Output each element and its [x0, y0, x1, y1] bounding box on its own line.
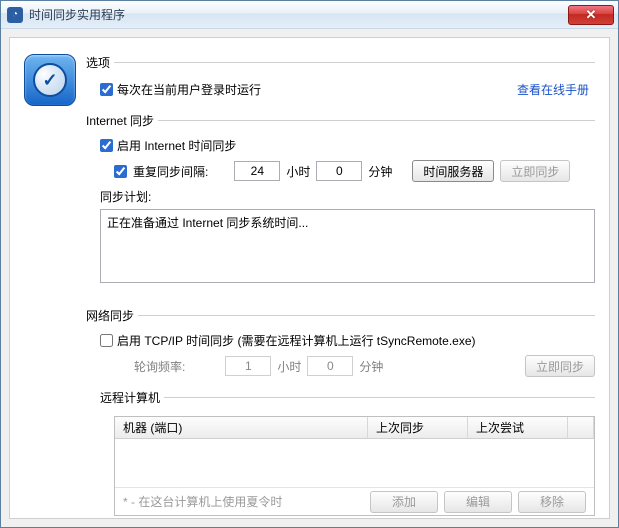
repeat-interval-checkbox[interactable]	[114, 165, 127, 178]
lan-hours-unit-label: 小时	[277, 358, 301, 375]
dst-hint: * - 在这台计算机上使用夏令时	[123, 493, 364, 510]
online-manual-link[interactable]: 查看在线手册	[517, 81, 589, 98]
remote-table-body[interactable]	[115, 439, 594, 487]
repeat-interval-label: 重复同步间隔:	[133, 163, 208, 180]
internet-enable-label: 启用 Internet 时间同步	[117, 137, 236, 154]
titlebar[interactable]: ◔ 时间同步实用程序 ✕	[1, 1, 618, 29]
options-group: 选项 每次在当前用户登录时运行 查看在线手册	[86, 54, 595, 106]
hours-unit-label: 小时	[286, 163, 310, 180]
sync-plan-box: 正在准备通过 Internet 同步系统时间...	[100, 209, 595, 283]
run-on-login-checkbox[interactable]	[100, 83, 113, 96]
internet-enable-checkbox[interactable]	[100, 139, 113, 152]
run-on-login-row[interactable]: 每次在当前用户登录时运行	[100, 79, 261, 100]
internet-sync-group: Internet 同步 启用 Internet 时间同步 重复同步间隔: 小时	[86, 112, 595, 287]
col-spacer-header	[568, 417, 594, 438]
run-on-login-label: 每次在当前用户登录时运行	[117, 81, 261, 98]
lan-enable-checkbox[interactable]	[100, 334, 113, 347]
internet-sync-legend: Internet 同步	[86, 112, 158, 129]
internet-enable-row[interactable]: 启用 Internet 时间同步	[86, 135, 595, 156]
app-icon: ✓	[24, 54, 76, 106]
remote-table-footer: * - 在这台计算机上使用夏令时 添加 编辑 移除	[115, 487, 594, 515]
col-machine-header[interactable]: 机器 (端口)	[115, 417, 368, 438]
lan-sync-group: 网络同步 启用 TCP/IP 时间同步 (需要在远程计算机上运行 tSyncRe…	[86, 307, 595, 524]
time-servers-button[interactable]: 时间服务器	[412, 160, 494, 182]
remote-computers-group: 远程计算机 机器 (端口) 上次同步 上次尝试 *	[100, 389, 595, 520]
remote-table: 机器 (端口) 上次同步 上次尝试 * - 在这台计算机上使用夏令时 添加 编辑	[114, 416, 595, 516]
lan-minutes-input[interactable]	[307, 356, 353, 376]
lan-minutes-unit-label: 分钟	[359, 358, 383, 375]
internet-minutes-input[interactable]	[316, 161, 362, 181]
remote-computers-legend: 远程计算机	[100, 389, 164, 406]
close-icon: ✕	[586, 7, 597, 23]
sync-plan-text: 正在准备通过 Internet 同步系统时间...	[107, 214, 588, 231]
app-window: ◔ 时间同步实用程序 ✕ ✓ 选项 每次在当前用户登录时运行	[0, 0, 619, 528]
remote-table-header: 机器 (端口) 上次同步 上次尝试	[115, 417, 594, 439]
lan-enable-label: 启用 TCP/IP 时间同步 (需要在远程计算机上运行 tSyncRemote.…	[117, 332, 476, 349]
edit-button[interactable]: 编辑	[444, 491, 512, 513]
content-outer: ✓ 选项 每次在当前用户登录时运行 查看在线手册	[1, 29, 618, 527]
lan-sync-now-button[interactable]: 立即同步	[525, 355, 595, 377]
lan-enable-row[interactable]: 启用 TCP/IP 时间同步 (需要在远程计算机上运行 tSyncRemote.…	[86, 330, 595, 351]
sync-plan-label: 同步计划:	[86, 188, 595, 207]
minutes-unit-label: 分钟	[368, 163, 392, 180]
internet-hours-input[interactable]	[234, 161, 280, 181]
col-last-sync-header[interactable]: 上次同步	[368, 417, 468, 438]
bottom-bar: 应用	[86, 524, 595, 527]
app-title-icon: ◔	[7, 7, 23, 23]
add-button[interactable]: 添加	[370, 491, 438, 513]
remove-button[interactable]: 移除	[518, 491, 586, 513]
poll-freq-label: 轮询频率:	[134, 358, 185, 375]
close-button[interactable]: ✕	[568, 5, 614, 25]
content-frame: ✓ 选项 每次在当前用户登录时运行 查看在线手册	[9, 37, 610, 519]
lan-hours-input[interactable]	[225, 356, 271, 376]
internet-sync-now-button[interactable]: 立即同步	[500, 160, 570, 182]
lan-sync-legend: 网络同步	[86, 307, 138, 324]
options-legend: 选项	[86, 54, 114, 71]
clock-check-icon: ✓	[33, 63, 67, 97]
window-title: 时间同步实用程序	[29, 6, 568, 23]
col-last-try-header[interactable]: 上次尝试	[468, 417, 568, 438]
